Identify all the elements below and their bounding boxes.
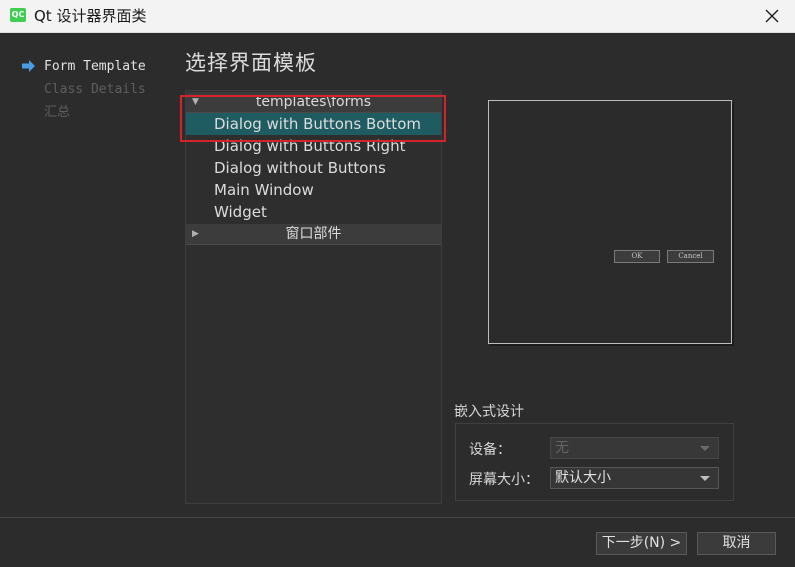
- template-tree[interactable]: ▼ templates\forms Dialog with Buttons Bo…: [185, 90, 442, 504]
- annotation-highlight-box: [180, 95, 446, 142]
- footer-separator: [0, 517, 795, 518]
- template-preview: OK Cancel: [488, 100, 732, 344]
- preview-ok-button: OK: [614, 250, 660, 263]
- device-label: 设备：: [469, 442, 511, 458]
- next-button[interactable]: 下一步(N) >: [596, 532, 687, 555]
- step-summary: 汇总: [22, 101, 146, 124]
- tree-item-widget[interactable]: Widget: [186, 201, 441, 223]
- qt-app-icon: QC: [10, 8, 26, 22]
- step-form-template: Form Template: [22, 55, 146, 78]
- step-label: 汇总: [44, 105, 71, 120]
- close-button[interactable]: [749, 0, 795, 32]
- screen-size-value: 默认大小: [555, 470, 611, 486]
- chevron-down-icon: [700, 476, 710, 481]
- title-bar: QC Qt 设计器界面类: [0, 0, 795, 33]
- group-label: 窗口部件: [285, 226, 342, 242]
- window-title: Qt 设计器界面类: [34, 7, 147, 25]
- preview-cancel-button: Cancel: [667, 250, 714, 263]
- tree-item-dialog-without-buttons[interactable]: Dialog without Buttons: [186, 157, 441, 179]
- page-heading: 选择界面模板: [185, 51, 317, 75]
- tree-group-widgets[interactable]: ▶ 窗口部件: [186, 224, 441, 245]
- step-class-details: Class Details: [22, 78, 146, 101]
- chevron-down-icon: [700, 446, 710, 451]
- close-icon: [765, 9, 779, 23]
- wizard-dialog: Form Template Class Details 汇总 选择界面模板 ▼ …: [0, 33, 795, 567]
- embedded-design-title: 嵌入式设计: [454, 404, 524, 420]
- expand-right-arrow-icon[interactable]: ▶: [192, 224, 199, 244]
- screen-size-select[interactable]: 默认大小: [550, 467, 719, 489]
- screen-size-label: 屏幕大小：: [469, 472, 539, 488]
- current-step-arrow-icon: [22, 60, 35, 72]
- cancel-button[interactable]: 取消: [697, 532, 776, 555]
- tree-item-main-window[interactable]: Main Window: [186, 179, 441, 201]
- wizard-steps: Form Template Class Details 汇总: [22, 55, 146, 124]
- device-select[interactable]: 无: [550, 437, 719, 459]
- device-value: 无: [555, 440, 569, 456]
- embedded-design-group: [455, 423, 734, 501]
- step-label: Class Details: [44, 82, 146, 97]
- step-label: Form Template: [44, 59, 146, 74]
